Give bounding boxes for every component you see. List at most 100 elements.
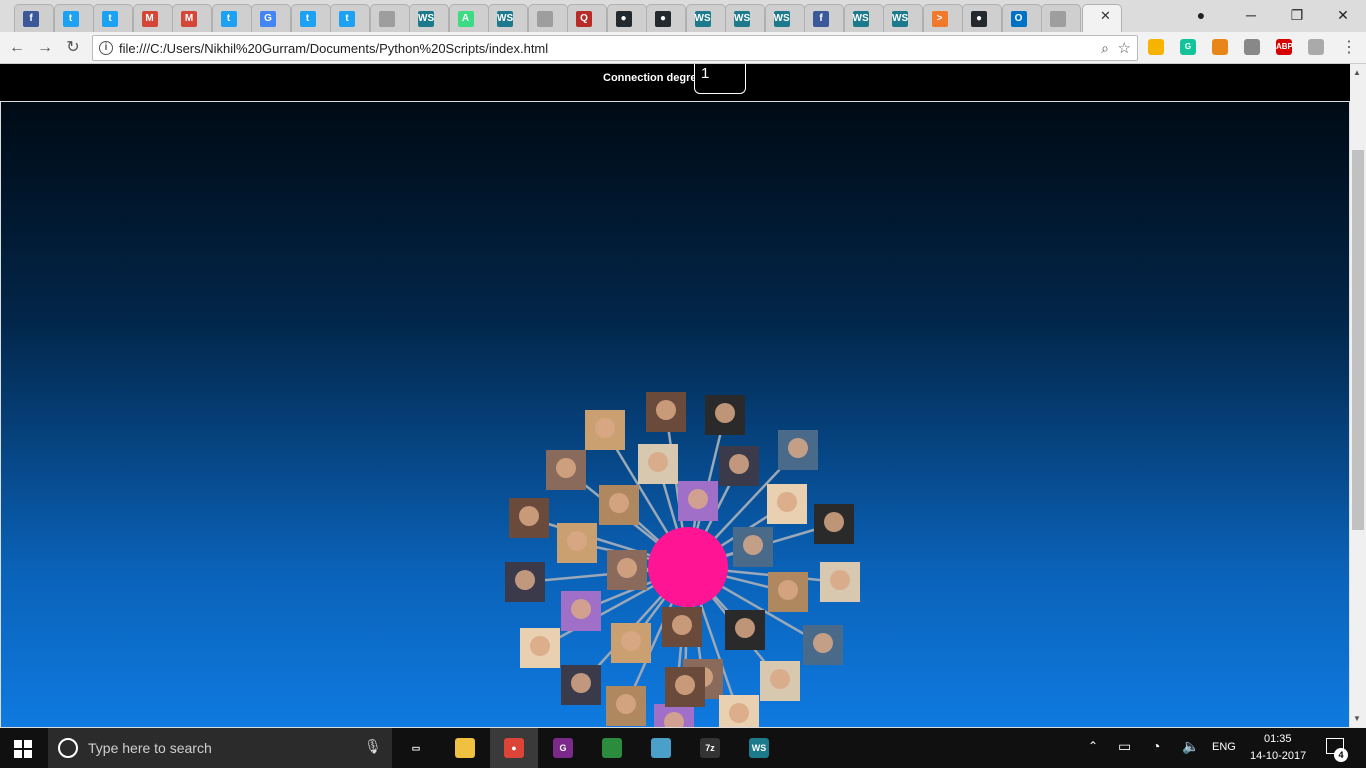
browser-tab[interactable]: M [132, 4, 173, 32]
browser-tab[interactable] [369, 4, 410, 32]
profile-node[interactable] [820, 562, 860, 602]
network-graph[interactable] [1, 102, 1350, 728]
volume-icon[interactable]: 🔈 [1182, 738, 1199, 755]
browser-tab[interactable] [1041, 4, 1081, 32]
profile-node[interactable] [768, 572, 808, 612]
browser-tab[interactable] [527, 4, 568, 32]
profile-node[interactable] [678, 481, 718, 521]
browser-tab[interactable]: A [448, 4, 489, 32]
center-node[interactable] [648, 527, 728, 607]
profile-node[interactable] [520, 628, 560, 668]
profile-node[interactable] [509, 498, 549, 538]
profile-node[interactable] [599, 485, 639, 525]
profile-node[interactable] [557, 523, 597, 563]
scroll-up-icon[interactable]: ▲ [1353, 68, 1361, 77]
profile-node[interactable] [778, 430, 818, 470]
scroll-thumb[interactable] [1352, 150, 1364, 530]
back-button[interactable]: ← [6, 38, 28, 58]
menu-icon[interactable]: ⋮ [1338, 38, 1360, 58]
browser-tab[interactable]: f [804, 4, 844, 32]
taskbar-app[interactable] [637, 728, 685, 768]
browser-tab[interactable]: t [211, 4, 252, 32]
browser-tab[interactable]: ● [646, 4, 686, 32]
profile-node[interactable] [546, 450, 586, 490]
profile-node[interactable] [585, 410, 625, 450]
profile-node[interactable] [725, 610, 765, 650]
extension-icon[interactable] [1212, 39, 1228, 55]
profile-node[interactable] [638, 444, 678, 484]
profile-node[interactable] [719, 695, 759, 728]
profile-node[interactable] [662, 607, 702, 647]
browser-tab[interactable]: t [330, 4, 370, 32]
browser-tab[interactable]: WS [843, 4, 884, 32]
taskbar-search-box[interactable]: Type here to search 🎙 [48, 728, 392, 768]
battery-icon[interactable]: ▭ [1118, 738, 1131, 755]
clock-time[interactable]: 01:35 [1264, 733, 1292, 745]
grammarly-icon[interactable]: G [1180, 39, 1196, 55]
reload-button[interactable]: ↻ [62, 38, 84, 58]
profile-node[interactable] [733, 527, 773, 567]
profile-node[interactable] [505, 562, 545, 602]
zoom-icon[interactable]: ⌕ [1101, 40, 1109, 57]
profile-node[interactable] [607, 550, 647, 590]
url-text[interactable]: file:///C:/Users/Nikhil%20Gurram/Documen… [119, 41, 548, 56]
browser-tab[interactable]: ● [962, 4, 1002, 32]
profile-node[interactable] [760, 661, 800, 701]
info-icon[interactable]: i [99, 41, 113, 55]
profile-node[interactable] [767, 484, 807, 524]
profile-node[interactable] [705, 395, 745, 435]
browser-tab[interactable]: O [1001, 4, 1042, 32]
browser-tab[interactable]: t [93, 4, 133, 32]
browser-tab[interactable]: WS [409, 4, 449, 32]
page-scrollbar[interactable]: ▲ ▼ [1350, 64, 1366, 728]
language-indicator[interactable]: ENG [1212, 741, 1236, 753]
browser-tab[interactable]: WS [764, 4, 805, 32]
address-bar[interactable]: i file:///C:/Users/Nikhil%20Gurram/Docum… [92, 35, 1138, 61]
profile-node[interactable] [646, 392, 686, 432]
profile-node[interactable] [814, 504, 854, 544]
profile-node[interactable] [719, 446, 759, 486]
profile-node[interactable] [803, 625, 843, 665]
windows-start-icon[interactable] [14, 740, 32, 758]
taskbar-app[interactable] [588, 728, 636, 768]
browser-tab[interactable]: WS [685, 4, 726, 32]
taskbar-app[interactable] [441, 728, 489, 768]
connection-degree-input[interactable]: 1 [694, 64, 746, 94]
taskbar-app[interactable]: ▭ [392, 728, 440, 768]
taskbar-app[interactable]: G [539, 728, 587, 768]
profile-node[interactable] [654, 704, 694, 728]
close-tab-icon[interactable]: ✕ [1100, 8, 1111, 24]
show-hidden-icons[interactable]: ⌃ [1088, 739, 1098, 753]
close-window-button[interactable]: ✕ [1320, 4, 1366, 26]
extension-icon[interactable] [1244, 39, 1260, 55]
taskbar-app[interactable]: 7z [686, 728, 734, 768]
wifi-icon[interactable]: ◔ [1152, 738, 1160, 754]
profile-node[interactable] [665, 667, 705, 707]
browser-tab[interactable]: f [14, 4, 54, 32]
maximize-button[interactable]: ❐ [1274, 4, 1320, 26]
clock-date[interactable]: 14-10-2017 [1250, 750, 1306, 762]
browser-tab[interactable]: G [251, 4, 291, 32]
profile-node[interactable] [606, 686, 646, 726]
browser-tab[interactable]: > [922, 4, 963, 32]
bookmark-star-icon[interactable]: ☆ [1118, 39, 1131, 57]
browser-tab[interactable]: t [53, 4, 94, 32]
browser-tab[interactable]: ● [606, 4, 647, 32]
browser-tab[interactable]: WS [725, 4, 765, 32]
browser-tab[interactable]: M [172, 4, 212, 32]
taskbar-app[interactable]: WS [735, 728, 783, 768]
browser-tab[interactable]: Q [567, 4, 607, 32]
scroll-down-icon[interactable]: ▼ [1353, 714, 1361, 723]
browser-tab[interactable]: t [290, 4, 331, 32]
browser-tab[interactable]: WS [883, 4, 923, 32]
extension-icon[interactable] [1308, 39, 1324, 55]
profile-node[interactable] [561, 591, 601, 631]
profile-icon[interactable]: ● [1178, 4, 1224, 26]
browser-tab[interactable]: WS [488, 4, 528, 32]
profile-node[interactable] [611, 623, 651, 663]
forward-button[interactable]: → [34, 38, 56, 58]
keep-icon[interactable] [1148, 39, 1164, 55]
adblock-icon[interactable]: ABP [1276, 39, 1293, 55]
taskbar-app[interactable]: ● [490, 728, 538, 768]
microphone-icon[interactable]: 🎙 [364, 738, 382, 755]
